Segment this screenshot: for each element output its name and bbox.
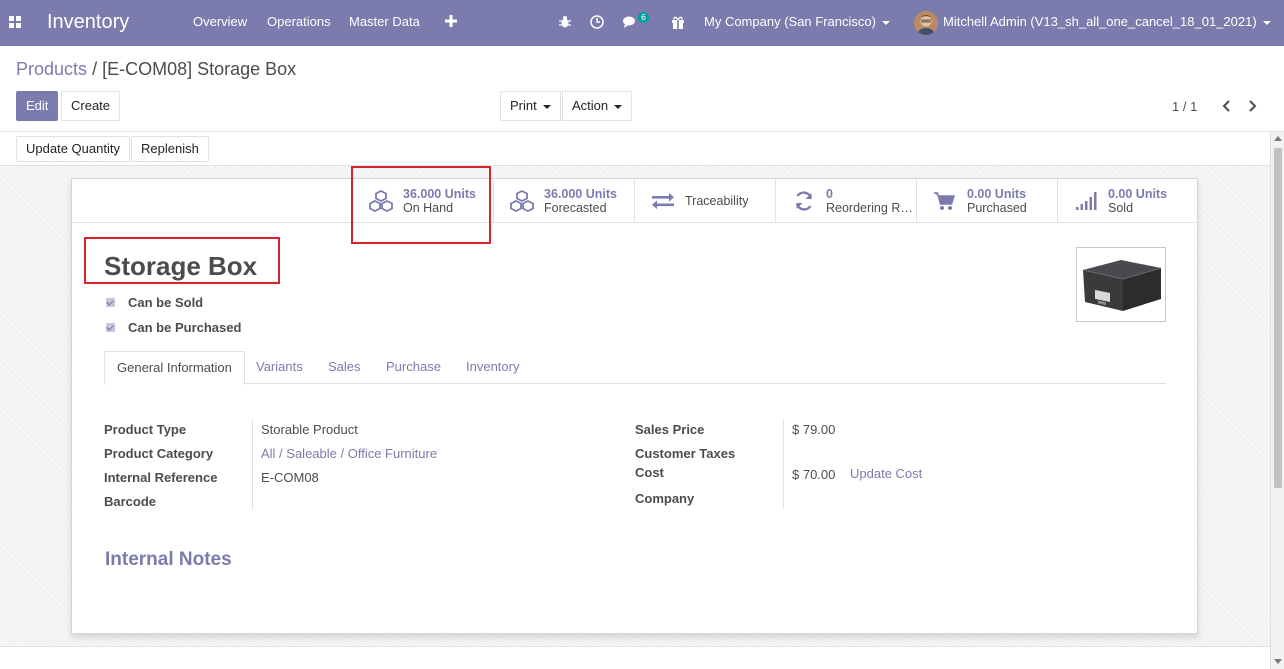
update-cost-link[interactable]: Update Cost	[850, 466, 922, 481]
bug-icon[interactable]	[557, 14, 573, 30]
customer-taxes-label: Customer Taxes	[635, 446, 736, 461]
product-image[interactable]	[1076, 247, 1166, 322]
notebook-tabs: General Information Variants Sales Purch…	[104, 351, 1166, 385]
clock-icon[interactable]	[589, 14, 605, 30]
chevron-left-icon[interactable]	[1220, 99, 1232, 113]
product-category-label: Product Category	[104, 446, 214, 461]
reordering-rules-smart-button[interactable]: 0 Reordering Rules	[775, 179, 916, 222]
chat-icon[interactable]	[622, 14, 638, 30]
internal-reference-label: Internal Reference	[104, 470, 218, 485]
sales-price-label: Sales Price	[635, 422, 705, 437]
can-be-sold-label: Can be Sold	[128, 295, 204, 310]
product-type-field[interactable]: Storable Product	[261, 422, 358, 437]
tab-purchase[interactable]: Purchase	[374, 351, 453, 384]
form-sheet: 36.000 Units On Hand 36.000 Units Forecast…	[71, 178, 1198, 634]
smart-button-box: 36.000 Units On Hand 36.000 Units Forecast…	[352, 179, 1198, 223]
chevron-down-icon	[1262, 20, 1271, 25]
on-hand-value: 36.000 Units	[403, 186, 476, 201]
chevron-down-icon	[614, 104, 623, 109]
replenish-button[interactable]: Replenish	[131, 136, 209, 162]
forecasted-value: 36.000 Units	[544, 186, 617, 201]
sold-value: 0.00 Units	[1108, 186, 1168, 201]
can-be-sold-checkbox[interactable]: Can be Sold	[106, 295, 203, 310]
cart-icon	[931, 189, 959, 213]
forecasted-smart-button[interactable]: 36.000 Units Forecasted	[493, 179, 634, 222]
internal-reference-field[interactable]: E-COM08	[261, 470, 319, 485]
menu-overview[interactable]: Overview	[193, 14, 247, 30]
message-count-badge: 6	[638, 12, 650, 23]
forecasted-label: Forecasted	[544, 200, 607, 215]
cubes-icon	[367, 189, 395, 213]
menu-master-data[interactable]: Master Data	[349, 14, 420, 30]
company-name: My Company (San Francisco)	[704, 14, 876, 29]
refresh-icon	[790, 189, 818, 213]
traceability-label: Traceability	[685, 193, 749, 208]
form-footer-area	[0, 646, 1270, 669]
product-category-field[interactable]: All / Saleable / Office Furniture	[261, 446, 437, 461]
gift-icon[interactable]	[670, 14, 686, 30]
scroll-up-icon[interactable]	[1274, 136, 1282, 141]
app-title[interactable]: Inventory	[47, 10, 129, 34]
pager-value[interactable]: 1 / 1	[1172, 99, 1197, 114]
tab-inventory[interactable]: Inventory	[454, 351, 531, 384]
sold-label: Sold	[1108, 200, 1134, 215]
breadcrumb-current: [E-COM08] Storage Box	[102, 59, 297, 79]
barcode-label: Barcode	[104, 494, 157, 509]
tab-variants[interactable]: Variants	[244, 351, 315, 384]
action-dropdown[interactable]: Action	[562, 91, 633, 121]
reordering-value: 0	[826, 186, 833, 201]
cost-field[interactable]: $ 70.00	[792, 467, 835, 482]
checkbox-checked-icon[interactable]	[106, 323, 115, 332]
product-type-label: Product Type	[104, 422, 187, 437]
edit-button[interactable]: Edit	[16, 91, 59, 121]
user-menu[interactable]: Mitchell Admin (V13_sh_all_one_cancel_18…	[943, 14, 1271, 30]
divider	[783, 419, 784, 508]
scroll-down-icon[interactable]	[1274, 659, 1282, 664]
internal-notes-heading: Internal Notes	[105, 549, 232, 570]
on-hand-smart-button[interactable]: 36.000 Units On Hand	[352, 179, 493, 222]
apps-icon[interactable]	[9, 16, 22, 29]
update-quantity-button[interactable]: Update Quantity	[16, 136, 130, 162]
print-label: Print	[510, 98, 537, 113]
print-dropdown[interactable]: Print	[500, 91, 561, 121]
sales-price-field[interactable]: $ 79.00	[792, 422, 835, 437]
can-be-purchased-label: Can be Purchased	[128, 320, 242, 335]
top-navbar: Inventory Overview Operations Master Dat…	[0, 0, 1284, 46]
avatar[interactable]	[914, 11, 938, 35]
form-statusbar: Update Quantity Replenish	[0, 132, 1270, 166]
divider	[72, 222, 352, 223]
company-switcher[interactable]: My Company (San Francisco)	[704, 14, 890, 30]
reordering-label: Reordering Rules	[826, 200, 916, 215]
vertical-scrollbar[interactable]	[1270, 132, 1284, 669]
cost-label: Cost	[635, 465, 664, 480]
action-label: Action	[572, 98, 609, 113]
exchange-icon	[649, 189, 677, 213]
tab-general-information[interactable]: General Information	[104, 351, 245, 385]
breadcrumb-separator: /	[92, 59, 98, 79]
checkbox-checked-icon[interactable]	[106, 298, 115, 307]
traceability-smart-button[interactable]: Traceability	[634, 179, 775, 222]
sold-smart-button[interactable]: 0.00 Units Sold	[1057, 179, 1198, 222]
scrollbar-thumb[interactable]	[1274, 148, 1282, 488]
menu-operations[interactable]: Operations	[267, 14, 331, 30]
divider	[252, 419, 253, 510]
on-hand-label: On Hand	[403, 200, 454, 215]
tab-sales[interactable]: Sales	[316, 351, 373, 384]
can-be-purchased-checkbox[interactable]: Can be Purchased	[106, 320, 241, 335]
company-label: Company	[635, 491, 695, 506]
chevron-down-icon	[542, 104, 551, 109]
chevron-down-icon	[881, 20, 890, 25]
signal-icon	[1072, 189, 1100, 213]
purchased-label: Purchased	[967, 200, 1027, 215]
plus-icon[interactable]	[444, 14, 458, 28]
chevron-right-icon[interactable]	[1247, 99, 1259, 113]
breadcrumb-products-link[interactable]: Products	[16, 59, 87, 79]
product-name[interactable]: Storage Box	[104, 251, 257, 281]
user-name: Mitchell Admin (V13_sh_all_one_cancel_18…	[943, 14, 1257, 29]
cubes-icon	[508, 189, 536, 213]
create-button[interactable]: Create	[61, 91, 121, 121]
purchased-smart-button[interactable]: 0.00 Units Purchased	[916, 179, 1057, 222]
breadcrumb: Products / [E-COM08] Storage Box	[16, 58, 296, 80]
purchased-value: 0.00 Units	[967, 186, 1027, 201]
